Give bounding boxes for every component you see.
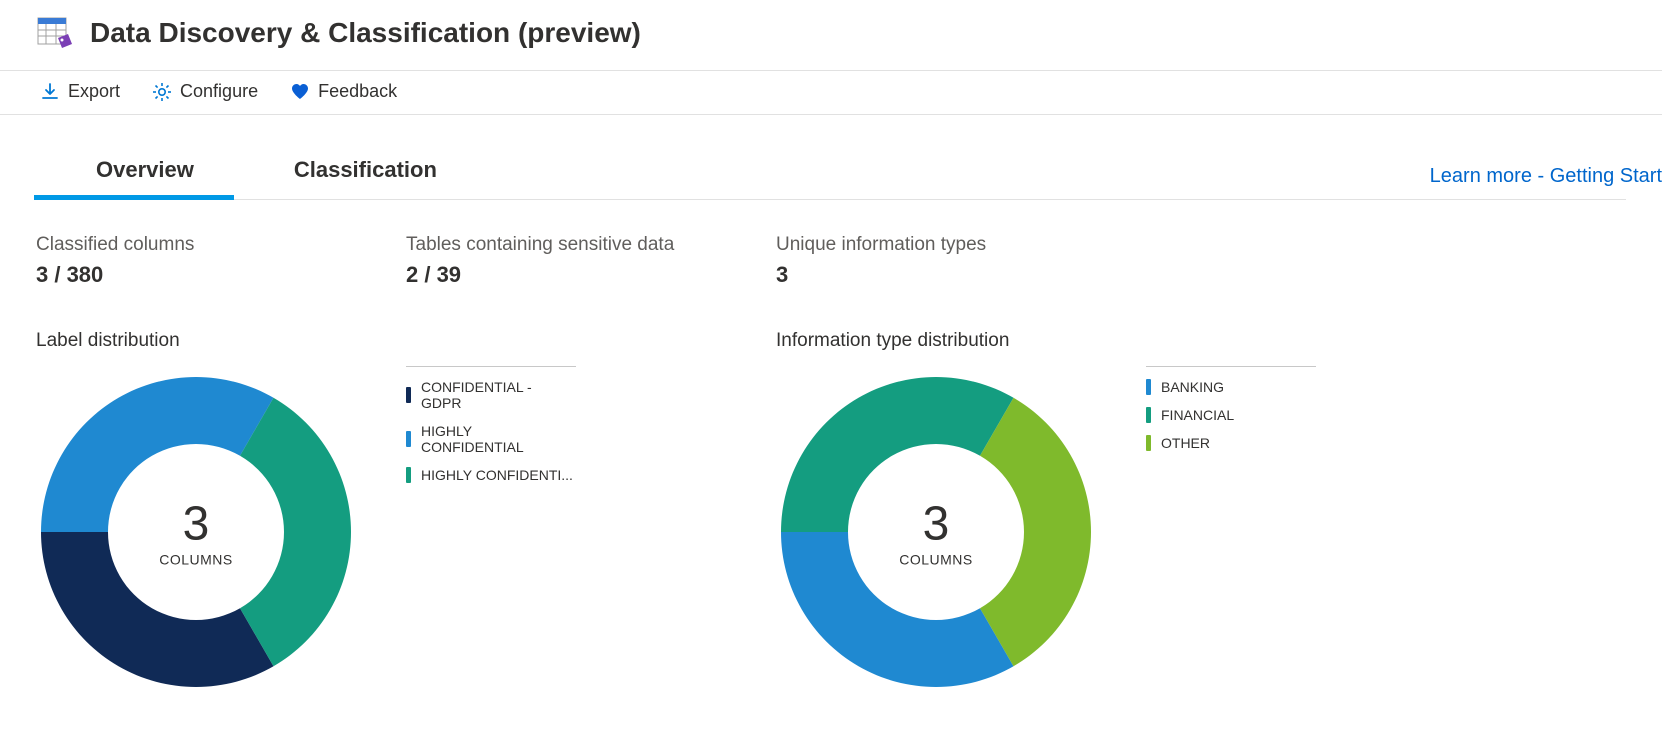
legend-label: OTHER	[1161, 435, 1210, 451]
classification-icon	[36, 14, 74, 52]
legend-label: BANKING	[1161, 379, 1224, 395]
stat-value: 3	[776, 262, 1146, 288]
page-title: Data Discovery & Classification (preview…	[90, 17, 641, 49]
donut-center-value: 3	[899, 497, 973, 552]
chart-info-type-distribution: Information type distribution 3 COLUMNS …	[776, 330, 1516, 692]
legend-item: BANKING	[1146, 373, 1316, 401]
stat-classified-columns: Classified columns 3 / 380	[36, 234, 406, 288]
learn-more-link[interactable]: Learn more - Getting Start	[1430, 165, 1662, 188]
toolbar: Export Configure Feedback	[0, 70, 1662, 115]
donut-center-label: COLUMNS	[899, 552, 973, 568]
stat-label: Tables containing sensitive data	[406, 234, 776, 256]
chart-legend: CONFIDENTIAL - GDPR HIGHLY CONFIDENTIAL HI…	[406, 366, 576, 692]
stat-value: 3 / 380	[36, 262, 406, 288]
feedback-label: Feedback	[318, 81, 397, 102]
legend-item: HIGHLY CONFIDENTIAL	[406, 417, 576, 461]
legend-item: CONFIDENTIAL - GDPR	[406, 373, 576, 417]
heart-icon	[290, 82, 310, 102]
legend-label: HIGHLY CONFIDENTIAL	[421, 423, 576, 455]
donut-center: 3 COLUMNS	[899, 497, 973, 568]
legend-swatch	[1146, 407, 1151, 423]
legend-item: OTHER	[1146, 429, 1316, 457]
tabs-row: Overview Classification	[36, 139, 1626, 200]
stat-unique-info-types: Unique information types 3	[776, 234, 1146, 288]
stat-value: 2 / 39	[406, 262, 776, 288]
legend-label: CONFIDENTIAL - GDPR	[421, 379, 576, 411]
configure-label: Configure	[180, 81, 258, 102]
legend-label: HIGHLY CONFIDENTI...	[421, 467, 573, 483]
tab-overview[interactable]: Overview	[96, 139, 194, 199]
stat-label: Unique information types	[776, 234, 1146, 256]
chart-label-distribution: Label distribution 3 COLUMNS CONFIDENTIA…	[36, 330, 776, 692]
legend-swatch	[406, 387, 411, 403]
tab-classification[interactable]: Classification	[294, 139, 437, 199]
legend-swatch	[406, 467, 411, 483]
page-header: Data Discovery & Classification (preview…	[0, 0, 1662, 70]
legend-label: FINANCIAL	[1161, 407, 1234, 423]
legend-swatch	[1146, 379, 1151, 395]
donut-chart: 3 COLUMNS	[776, 372, 1096, 692]
main-content: Learn more - Getting Start Overview Clas…	[0, 139, 1662, 692]
legend-swatch	[406, 431, 411, 447]
configure-button[interactable]: Configure	[152, 81, 258, 102]
legend-item: FINANCIAL	[1146, 401, 1316, 429]
chart-legend: BANKING FINANCIAL OTHER	[1146, 366, 1316, 692]
legend-swatch	[1146, 435, 1151, 451]
donut-center-value: 3	[159, 497, 233, 552]
stats-row: Classified columns 3 / 380 Tables contai…	[36, 234, 1626, 288]
download-icon	[40, 82, 60, 102]
charts-row: Label distribution 3 COLUMNS CONFIDENTIA…	[36, 330, 1626, 692]
chart-title: Information type distribution	[776, 330, 1516, 352]
stat-tables-sensitive: Tables containing sensitive data 2 / 39	[406, 234, 776, 288]
stat-label: Classified columns	[36, 234, 406, 256]
legend-item: HIGHLY CONFIDENTI...	[406, 461, 576, 489]
chart-title: Label distribution	[36, 330, 776, 352]
gear-icon	[152, 82, 172, 102]
export-button[interactable]: Export	[40, 81, 120, 102]
export-label: Export	[68, 81, 120, 102]
donut-chart: 3 COLUMNS	[36, 372, 356, 692]
donut-center-label: COLUMNS	[159, 552, 233, 568]
feedback-button[interactable]: Feedback	[290, 81, 397, 102]
donut-center: 3 COLUMNS	[159, 497, 233, 568]
